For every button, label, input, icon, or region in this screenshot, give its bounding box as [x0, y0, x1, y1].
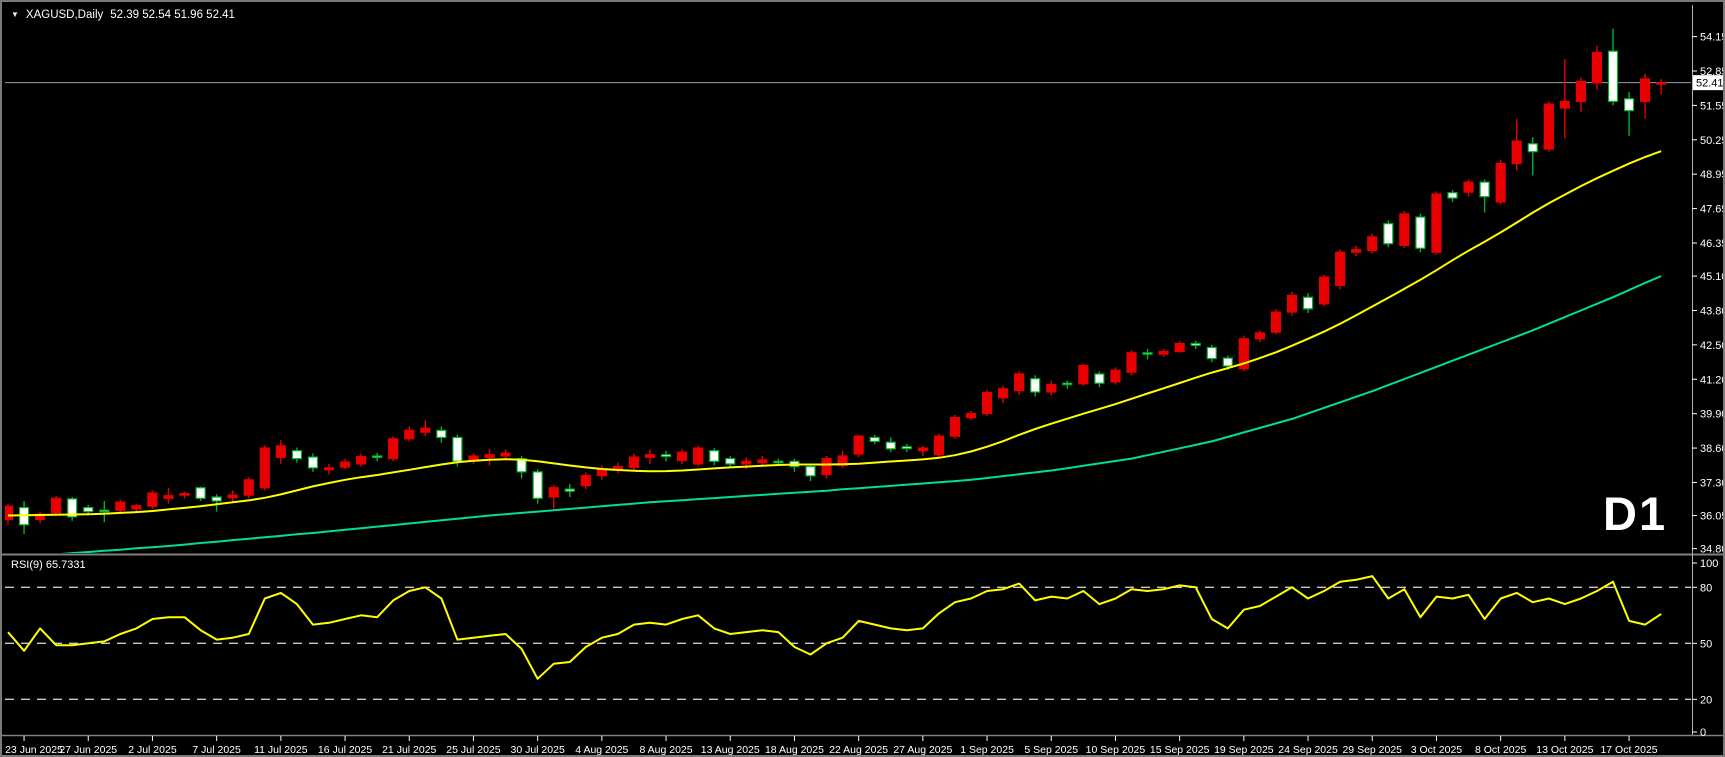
svg-text:38.60: 38.60 — [1700, 443, 1725, 455]
svg-text:39.90: 39.90 — [1700, 409, 1725, 421]
svg-text:10 Sep 2025: 10 Sep 2025 — [1086, 744, 1146, 756]
svg-text:27 Aug 2025: 27 Aug 2025 — [893, 744, 952, 756]
svg-text:23 Jun 2025: 23 Jun 2025 — [5, 744, 63, 756]
svg-text:29 Sep 2025: 29 Sep 2025 — [1342, 744, 1402, 756]
chart-canvas[interactable]: 54.1552.8551.5550.2548.9547.6546.3545.10… — [2, 2, 1725, 757]
svg-text:47.65: 47.65 — [1700, 204, 1725, 216]
svg-text:52.41: 52.41 — [1696, 78, 1724, 90]
svg-text:51.55: 51.55 — [1700, 100, 1725, 112]
chart-title: ▼ XAGUSD,Daily 52.39 52.54 51.96 52.41 — [11, 9, 235, 21]
svg-text:11 Jul 2025: 11 Jul 2025 — [254, 744, 308, 756]
svg-text:8 Oct 2025: 8 Oct 2025 — [1475, 744, 1527, 756]
time-axis[interactable]: 23 Jun 202527 Jun 2025 2 Jul 2025 7 Jul 20… — [5, 736, 1658, 756]
svg-text:2 Jul 2025: 2 Jul 2025 — [128, 744, 177, 756]
svg-text:20: 20 — [1700, 694, 1712, 706]
svg-text:50: 50 — [1700, 638, 1712, 650]
svg-text:22 Aug 2025: 22 Aug 2025 — [829, 744, 888, 756]
svg-text:15 Sep 2025: 15 Sep 2025 — [1150, 744, 1210, 756]
panel-frame — [2, 5, 1725, 736]
svg-text:36.05: 36.05 — [1700, 511, 1725, 523]
symbol-dropdown-icon[interactable]: ▼ — [11, 11, 19, 19]
svg-text:34.80: 34.80 — [1700, 544, 1725, 556]
svg-text:1 Sep 2025: 1 Sep 2025 — [960, 744, 1014, 756]
svg-text:25 Jul 2025: 25 Jul 2025 — [446, 744, 500, 756]
svg-text:8 Aug 2025: 8 Aug 2025 — [639, 744, 692, 756]
svg-text:43.80: 43.80 — [1700, 305, 1725, 317]
svg-text:54.15: 54.15 — [1700, 32, 1725, 44]
svg-text:30 Jul 2025: 30 Jul 2025 — [511, 744, 565, 756]
ohlc-readout: 52.39 52.54 51.96 52.41 — [110, 9, 235, 21]
rsi-panel[interactable] — [5, 576, 1692, 699]
svg-text:41.20: 41.20 — [1700, 374, 1725, 386]
rsi-indicator-label: RSI(9) 65.7331 — [11, 559, 86, 571]
main-price-panel[interactable] — [4, 29, 1693, 558]
svg-text:19 Sep 2025: 19 Sep 2025 — [1214, 744, 1274, 756]
svg-text:27 Jun 2025: 27 Jun 2025 — [59, 744, 117, 756]
svg-text:24 Sep 2025: 24 Sep 2025 — [1278, 744, 1338, 756]
svg-text:5 Sep 2025: 5 Sep 2025 — [1024, 744, 1078, 756]
svg-text:3 Oct 2025: 3 Oct 2025 — [1411, 744, 1463, 756]
svg-text:80: 80 — [1700, 582, 1712, 594]
svg-text:45.10: 45.10 — [1700, 271, 1725, 283]
svg-text:16 Jul 2025: 16 Jul 2025 — [318, 744, 372, 756]
svg-text:0: 0 — [1700, 727, 1706, 739]
svg-text:48.95: 48.95 — [1700, 169, 1725, 181]
svg-text:50.25: 50.25 — [1700, 135, 1725, 147]
svg-text:100: 100 — [1700, 558, 1718, 570]
timeframe-watermark: D1 — [1603, 490, 1667, 537]
svg-text:4 Aug 2025: 4 Aug 2025 — [575, 744, 628, 756]
svg-text:17 Oct 2025: 17 Oct 2025 — [1600, 744, 1657, 756]
svg-text:37.30: 37.30 — [1700, 477, 1725, 489]
symbol-period-label: XAGUSD,Daily — [26, 9, 103, 21]
svg-text:13 Aug 2025: 13 Aug 2025 — [701, 744, 760, 756]
svg-text:18 Aug 2025: 18 Aug 2025 — [765, 744, 824, 756]
svg-text:7 Jul 2025: 7 Jul 2025 — [192, 744, 241, 756]
rsi-axis[interactable]: 100 80 50 20 0 — [1692, 558, 1718, 739]
svg-text:21 Jul 2025: 21 Jul 2025 — [382, 744, 436, 756]
price-axis[interactable]: 54.1552.8551.5550.2548.9547.6546.3545.10… — [1692, 32, 1725, 556]
svg-text:46.35: 46.35 — [1700, 238, 1725, 250]
svg-text:42.50: 42.50 — [1700, 340, 1725, 352]
chart-window: 54.1552.8551.5550.2548.9547.6546.3545.10… — [0, 0, 1725, 757]
svg-text:13 Oct 2025: 13 Oct 2025 — [1536, 744, 1593, 756]
